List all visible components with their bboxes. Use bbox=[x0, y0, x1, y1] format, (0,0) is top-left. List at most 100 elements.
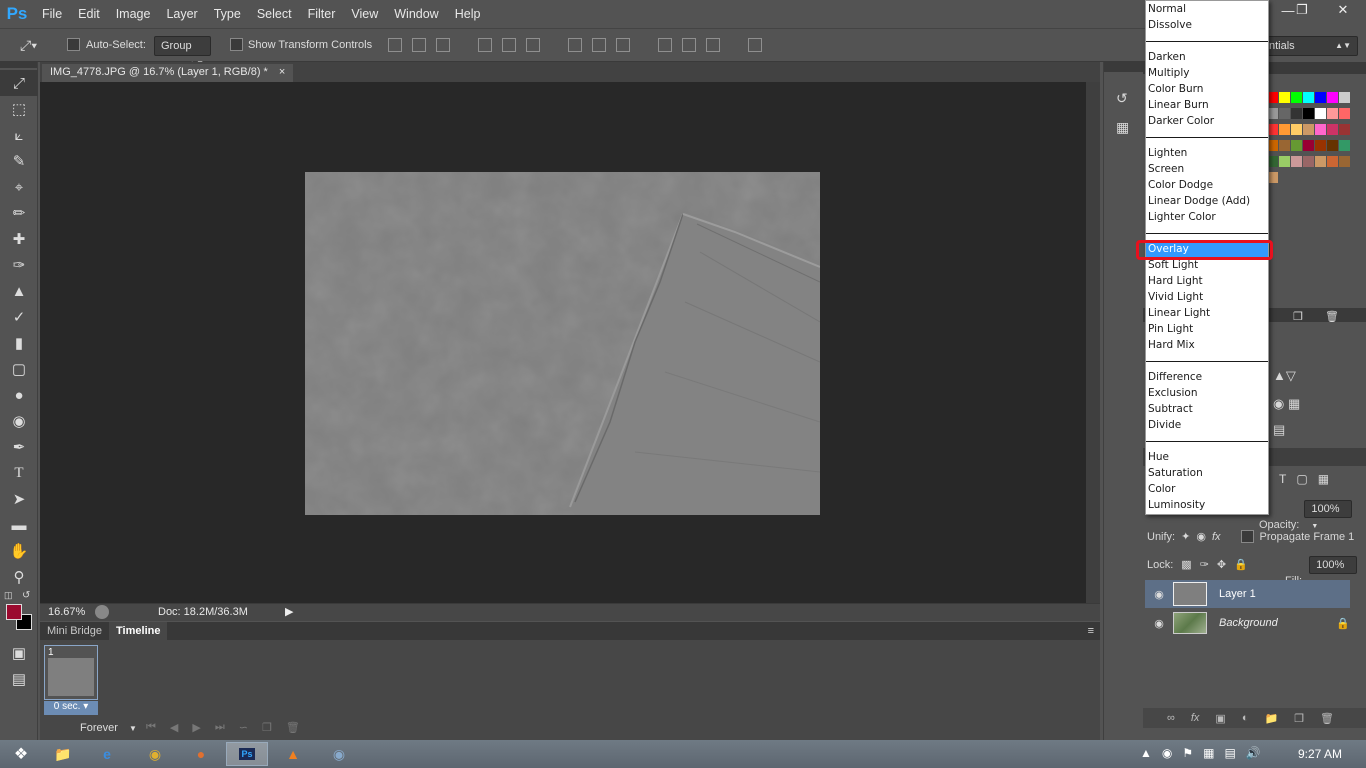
blend-mode-divide[interactable]: Divide bbox=[1146, 417, 1268, 433]
photoshop-taskbar-icon[interactable]: Ps bbox=[226, 742, 268, 766]
status-menu-arrow-icon[interactable]: ▶ bbox=[285, 605, 293, 618]
rectangle-tool-icon[interactable]: ▬ bbox=[0, 512, 38, 538]
start-button[interactable]: ❖ bbox=[0, 742, 42, 766]
color-swatch[interactable] bbox=[1303, 124, 1314, 135]
firefox-icon[interactable]: ● bbox=[180, 742, 222, 766]
menu-select[interactable]: Select bbox=[249, 0, 300, 28]
lock-transparent-icon[interactable]: ▩ bbox=[1181, 558, 1191, 571]
restore-button[interactable]: ❐ bbox=[1284, 0, 1320, 20]
color-swatch[interactable] bbox=[1303, 140, 1314, 151]
network-icon[interactable]: ▤ bbox=[1224, 746, 1235, 760]
unify-style-icon[interactable]: fx bbox=[1212, 531, 1221, 543]
eye-icon[interactable]: ◉ bbox=[1145, 617, 1173, 630]
app-tray-icon[interactable]: ◉ bbox=[1162, 746, 1172, 760]
blur-tool-icon[interactable]: ● bbox=[0, 382, 38, 408]
chrome-icon[interactable]: ◉ bbox=[134, 742, 176, 766]
blend-mode-hard-mix[interactable]: Hard Mix bbox=[1146, 337, 1268, 353]
new-swatch-icon[interactable]: ❐ bbox=[1293, 310, 1303, 323]
hand-tool-icon[interactable]: ✋ bbox=[0, 538, 38, 564]
blend-mode-hard-light[interactable]: Hard Light bbox=[1146, 273, 1268, 289]
move-tool-icon[interactable]: ⤢▾ bbox=[20, 37, 37, 54]
fill-input[interactable]: 100% ▼ bbox=[1309, 556, 1358, 586]
menu-image[interactable]: Image bbox=[108, 0, 159, 28]
color-swatch[interactable] bbox=[1291, 156, 1302, 167]
prev-frame-icon[interactable]: ◀ bbox=[170, 721, 178, 734]
layer-name[interactable]: Background bbox=[1219, 617, 1278, 629]
workspace-switcher[interactable]: ntials ▲▼ bbox=[1262, 36, 1358, 56]
distribute-top-icon[interactable] bbox=[568, 38, 582, 52]
tray-app-icon[interactable]: ▦ bbox=[1203, 746, 1214, 760]
play-icon[interactable]: ▶ bbox=[192, 721, 200, 734]
color-swatch[interactable] bbox=[1303, 156, 1314, 167]
blend-mode-exclusion[interactable]: Exclusion bbox=[1146, 385, 1268, 401]
tab-timeline[interactable]: Timeline bbox=[109, 622, 168, 640]
volume-icon[interactable]: 🔊 bbox=[1246, 746, 1261, 760]
color-swatch[interactable] bbox=[1291, 140, 1302, 151]
shape-filter-icon[interactable]: ▢ bbox=[1296, 472, 1307, 486]
clone-stamp-icon[interactable]: ▲ bbox=[0, 278, 38, 304]
channel-mixer-icon[interactable]: ◉ ▦ bbox=[1273, 396, 1300, 412]
blend-mode-lighter-color[interactable]: Lighter Color bbox=[1146, 209, 1268, 225]
blend-mode-pin-light[interactable]: Pin Light bbox=[1146, 321, 1268, 337]
color-swatch[interactable] bbox=[1315, 92, 1326, 103]
color-swatch[interactable] bbox=[1339, 108, 1350, 119]
menu-layer[interactable]: Layer bbox=[158, 0, 205, 28]
quick-select-tool-icon[interactable]: ✎ bbox=[0, 148, 38, 174]
brush-tool-icon[interactable]: ✑ bbox=[0, 252, 38, 278]
color-swatch[interactable] bbox=[1279, 92, 1290, 103]
layer-row[interactable]: ◉ Background 🔒 bbox=[1145, 609, 1350, 637]
blend-mode-difference[interactable]: Difference bbox=[1146, 369, 1268, 385]
color-swatch[interactable] bbox=[1303, 108, 1314, 119]
gradient-tool-icon[interactable]: ▢ bbox=[0, 356, 38, 382]
document-tab[interactable]: IMG_4778.JPG @ 16.7% (Layer 1, RGB/8) * … bbox=[42, 64, 294, 82]
color-swatch[interactable] bbox=[1327, 140, 1338, 151]
adjustment-layer-icon[interactable]: ◐ bbox=[1242, 712, 1249, 724]
delete-layer-icon[interactable]: 🗑 bbox=[1320, 712, 1334, 725]
canvas-scrollbar[interactable] bbox=[1086, 82, 1100, 603]
menu-help[interactable]: Help bbox=[447, 0, 489, 28]
color-swatch[interactable] bbox=[1291, 92, 1302, 103]
close-tab-icon[interactable]: × bbox=[279, 66, 285, 78]
blend-mode-darker-color[interactable]: Darker Color bbox=[1146, 113, 1268, 129]
blend-mode-color-dodge[interactable]: Color Dodge bbox=[1146, 177, 1268, 193]
align-bottom-icon[interactable] bbox=[436, 38, 450, 52]
auto-select-checkbox[interactable] bbox=[67, 38, 80, 51]
blend-mode-color-burn[interactable]: Color Burn bbox=[1146, 81, 1268, 97]
status-info-icon[interactable] bbox=[95, 605, 109, 619]
color-swatch[interactable] bbox=[1279, 156, 1290, 167]
delete-frame-icon[interactable]: 🗑 bbox=[286, 721, 300, 734]
color-swatch[interactable] bbox=[1339, 124, 1350, 135]
layer-style-icon[interactable]: fx bbox=[1191, 712, 1200, 724]
pen-tool-icon[interactable]: ✒ bbox=[0, 434, 38, 460]
file-explorer-icon[interactable]: 📁 bbox=[42, 742, 84, 766]
new-group-icon[interactable]: 📁 bbox=[1264, 712, 1278, 725]
history-panel-icon[interactable]: ↺ bbox=[1116, 90, 1143, 107]
show-hidden-icon[interactable]: ▲ bbox=[1140, 746, 1152, 760]
show-transform-checkbox[interactable] bbox=[230, 38, 243, 51]
3d-panel-icon[interactable]: ▦ bbox=[1116, 119, 1143, 136]
unify-visibility-icon[interactable]: ◉ bbox=[1196, 530, 1206, 543]
align-vcenter-icon[interactable] bbox=[412, 38, 426, 52]
blend-mode-linear-light[interactable]: Linear Light bbox=[1146, 305, 1268, 321]
menu-edit[interactable]: Edit bbox=[70, 0, 108, 28]
blend-mode-dissolve[interactable]: Dissolve bbox=[1146, 17, 1268, 33]
color-swatch[interactable] bbox=[1315, 140, 1326, 151]
color-swatch[interactable] bbox=[1291, 108, 1302, 119]
distribute-hcenter-icon[interactable] bbox=[682, 38, 696, 52]
color-swatch[interactable] bbox=[1339, 156, 1350, 167]
healing-brush-icon[interactable]: ✚ bbox=[0, 226, 38, 252]
opacity-input[interactable]: 100% ▼ bbox=[1304, 500, 1353, 530]
panel-menu-icon[interactable]: ≡ bbox=[1082, 622, 1100, 640]
default-colors-icon[interactable]: ◫ bbox=[4, 590, 13, 601]
zoom-level[interactable]: 16.67% bbox=[48, 606, 85, 618]
paint-icon[interactable]: ◉ bbox=[318, 742, 360, 766]
menu-type[interactable]: Type bbox=[206, 0, 249, 28]
color-swatch[interactable] bbox=[1279, 108, 1290, 119]
eraser-tool-icon[interactable]: ▮ bbox=[0, 330, 38, 356]
close-button[interactable]: ✕ bbox=[1320, 0, 1366, 20]
blend-mode-linear-burn[interactable]: Linear Burn bbox=[1146, 97, 1268, 113]
color-swatch[interactable] bbox=[1315, 156, 1326, 167]
layer-name[interactable]: Layer 1 bbox=[1219, 588, 1256, 600]
unify-position-icon[interactable]: ✦ bbox=[1181, 530, 1190, 543]
color-swatch[interactable] bbox=[1279, 124, 1290, 135]
